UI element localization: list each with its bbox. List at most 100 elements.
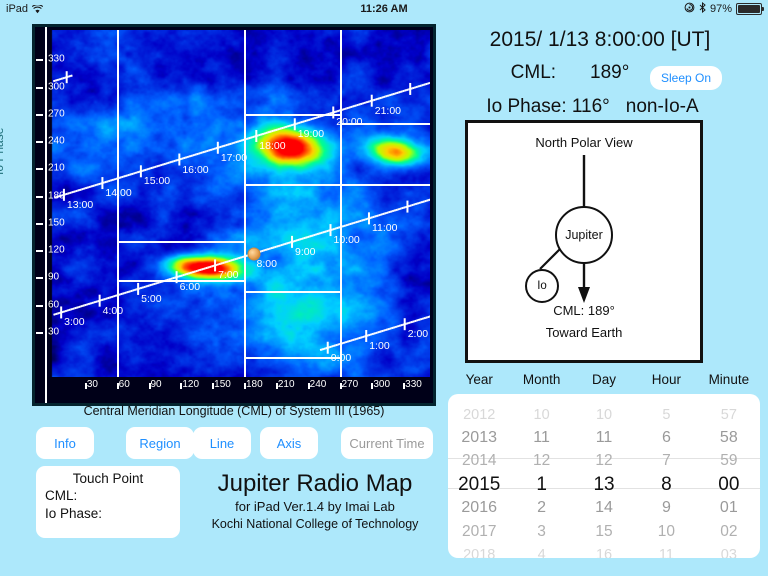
io-body: Io xyxy=(525,269,559,303)
picker-header-day: Day xyxy=(592,372,617,387)
y-tick xyxy=(36,168,43,171)
touch-point-title: Touch Point xyxy=(72,471,144,486)
y-tick xyxy=(36,222,43,225)
track-time-label-8: 8:00 xyxy=(256,257,277,270)
picker-selected-year[interactable]: 2015 xyxy=(448,473,510,496)
north-polar-view-panel: North Polar View Jupiter Io CML: 189° To… xyxy=(465,120,703,363)
axis-button[interactable]: Axis xyxy=(260,427,318,459)
picker-option-month[interactable]: 4 xyxy=(510,543,572,558)
track-time-label-10: 10:00 xyxy=(333,234,360,247)
picker-option-hour[interactable]: 6 xyxy=(635,426,697,449)
picker-option-day[interactable]: 11 xyxy=(573,426,635,449)
picker-option-month[interactable]: 11 xyxy=(510,426,572,449)
radio-map-chart[interactable]: 0:00 1:00 2:00 3:00 4:00 5:00 6:00 7:00 8:00 9:00… xyxy=(32,24,436,406)
io-phase-readout: Io Phase: 116° non-Io-A xyxy=(445,96,740,118)
picker-option-month[interactable]: 12 xyxy=(510,450,572,473)
picker-option-minute[interactable]: 01 xyxy=(698,497,760,520)
picker-selected-month[interactable]: 1 xyxy=(510,473,572,496)
info-button[interactable]: Info xyxy=(36,427,94,459)
track-time-label-21: 21:00 xyxy=(374,104,402,117)
picker-option-minute[interactable]: 57 xyxy=(698,403,760,426)
bluetooth-icon xyxy=(699,1,706,16)
battery-percent: 97% xyxy=(709,3,732,15)
picker-header-year: Year xyxy=(465,372,493,387)
y-tick xyxy=(36,250,43,252)
picker-wheel-month[interactable]: 10 11 12 1 2 3 4 xyxy=(510,394,572,558)
track-time-label-20: 20:00 xyxy=(336,116,363,129)
picker-selected-day[interactable]: 13 xyxy=(573,473,635,496)
picker-option-month[interactable]: 3 xyxy=(510,520,572,543)
picker-option-day[interactable]: 14 xyxy=(573,497,635,520)
y-tick xyxy=(36,86,43,89)
picker-option-minute[interactable]: 03 xyxy=(698,543,760,558)
status-bar-clock: 11:26 AM xyxy=(360,3,408,15)
picker-option-day[interactable]: 12 xyxy=(573,450,635,473)
picker-option-day[interactable]: 16 xyxy=(573,543,635,558)
y-tick-label: 60 xyxy=(48,299,60,310)
track-time-label-6: 6:00 xyxy=(179,281,201,294)
chart-plot-area[interactable]: 0:00 1:00 2:00 3:00 4:00 5:00 6:00 7:00 8:00 9:00… xyxy=(43,30,430,377)
picker-option-hour[interactable]: 11 xyxy=(635,543,697,558)
picker-option-year[interactable]: 2013 xyxy=(448,426,510,449)
picker-option-year[interactable]: 2017 xyxy=(448,520,510,543)
y-tick-label: 240 xyxy=(48,135,65,147)
picker-option-year[interactable]: 2018 xyxy=(448,543,510,558)
y-tick xyxy=(36,304,43,307)
x-tick-label: 90 xyxy=(150,379,162,390)
picker-option-hour[interactable]: 10 xyxy=(635,520,697,543)
app-subtitle: for iPad Ver.1.4 by Imai Lab xyxy=(235,499,395,514)
x-tick-label: 180 xyxy=(246,379,263,390)
cml-value: 189° xyxy=(590,62,630,83)
battery-icon xyxy=(736,3,764,15)
picker-option-year[interactable]: 2012 xyxy=(448,403,510,426)
current-time-marker[interactable] xyxy=(247,247,261,261)
line-button[interactable]: Line xyxy=(193,427,251,459)
picker-option-year[interactable]: 2016 xyxy=(448,497,510,520)
touch-point-panel: Touch Point CML: Io Phase: xyxy=(36,466,180,538)
picker-wheel-year[interactable]: 2012 2013 2014 2015 2016 2017 2018 xyxy=(448,394,510,558)
picker-option-minute[interactable]: 58 xyxy=(698,426,760,449)
y-tick-label: 30 xyxy=(48,326,60,338)
picker-option-hour[interactable]: 9 xyxy=(635,497,697,520)
io-phase-value: 116° xyxy=(571,96,610,117)
picker-selected-minute[interactable]: 00 xyxy=(698,473,760,496)
picker-option-day[interactable]: 15 xyxy=(573,520,635,543)
track-time-label-4: 4:00 xyxy=(102,304,124,317)
touch-point-iophase-label: Io Phase: xyxy=(45,506,103,521)
track-time-label-0: 0:00 xyxy=(330,351,352,364)
x-tick-label: 30 xyxy=(86,379,98,390)
track-time-label-18: 18:00 xyxy=(259,140,286,152)
polar-view-cml: CML: 189° xyxy=(553,303,615,318)
picker-wheel-minute[interactable]: 57 58 59 00 01 02 03 xyxy=(698,394,760,558)
picker-header-minute: Minute xyxy=(708,372,750,387)
x-tick-label: 210 xyxy=(277,379,295,390)
current-time-button[interactable]: Current Time xyxy=(341,427,433,459)
picker-wheel-hour[interactable]: 5 6 7 8 9 10 11 xyxy=(635,394,697,558)
picker-option-hour[interactable]: 7 xyxy=(635,450,697,473)
track-time-label-17: 17:00 xyxy=(220,151,248,164)
picker-selected-hour[interactable]: 8 xyxy=(635,473,697,496)
picker-option-minute[interactable]: 02 xyxy=(698,520,760,543)
track-time-label-13: 13:00 xyxy=(66,198,94,211)
sleep-toggle-button[interactable]: Sleep On xyxy=(650,66,722,90)
track-time-label-19: 19:00 xyxy=(297,128,325,141)
picker-wheel-day[interactable]: 10 11 12 13 14 15 16 xyxy=(573,394,635,558)
track-time-label-7: 7:00 xyxy=(218,269,239,282)
y-tick-label: 150 xyxy=(48,217,65,229)
picker-option-minute[interactable]: 59 xyxy=(698,450,760,473)
region-button[interactable]: Region xyxy=(126,427,194,459)
picker-option-month[interactable]: 2 xyxy=(510,497,572,520)
chart-y-axis-label: Io Phase xyxy=(0,127,6,175)
y-tick xyxy=(36,141,43,143)
touch-point-cml-label: CML: xyxy=(45,488,78,503)
picker-option-hour[interactable]: 5 xyxy=(635,403,697,426)
y-tick xyxy=(36,195,43,198)
y-tick xyxy=(36,59,43,62)
picker-option-month[interactable]: 10 xyxy=(510,403,572,426)
picker-option-year[interactable]: 2014 xyxy=(448,450,510,473)
x-tick-label: 240 xyxy=(309,379,327,390)
datetime-picker[interactable]: 2012 2013 2014 2015 2016 2017 2018 10 11 12 1 2 3 4 10… xyxy=(448,394,760,558)
chart-toolbar: Info Region Line Axis Current Time xyxy=(36,427,436,459)
picker-option-day[interactable]: 10 xyxy=(573,403,635,426)
chart-y-axis xyxy=(45,27,47,403)
